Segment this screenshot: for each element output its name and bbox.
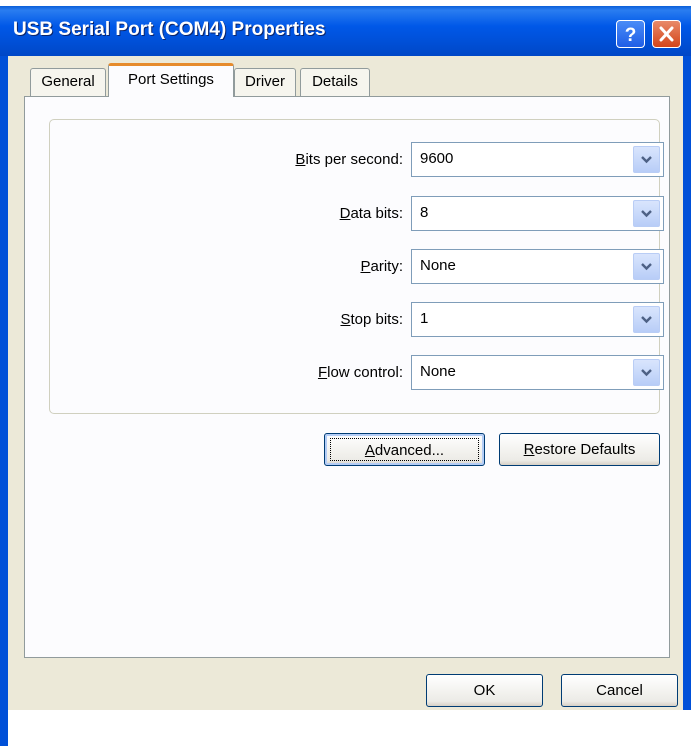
flow-control-value: None <box>420 363 456 380</box>
chevron-down-icon[interactable] <box>633 146 660 173</box>
tab-details-label: Details <box>312 73 358 90</box>
bits-per-second-value: 9600 <box>420 150 454 167</box>
parity-label: Parity: <box>360 258 403 275</box>
stop-bits-label: Stop bits: <box>340 311 403 328</box>
stop-bits-select[interactable]: 1 <box>411 302 664 337</box>
data-bits-select[interactable]: 8 <box>411 196 664 231</box>
title-bar[interactable]: USB Serial Port (COM4) Properties ? <box>0 6 691 56</box>
restore-defaults-button[interactable]: Restore Defaults <box>499 433 660 466</box>
parity-value: None <box>420 257 456 274</box>
close-icon <box>659 26 674 42</box>
tab-general[interactable]: General <box>30 68 106 96</box>
tab-details[interactable]: Details <box>300 68 370 96</box>
chevron-down-icon[interactable] <box>633 200 660 227</box>
advanced-button[interactable]: Advanced... <box>324 433 485 466</box>
port-settings-panel: Bits per second: 9600 Data bits: 8 Parit… <box>24 96 670 658</box>
settings-group: Bits per second: 9600 Data bits: 8 Parit… <box>49 119 664 414</box>
tab-general-label: General <box>41 73 95 90</box>
ok-button[interactable]: OK <box>426 674 543 707</box>
tab-driver[interactable]: Driver <box>234 68 296 96</box>
window-title: USB Serial Port (COM4) Properties <box>13 19 326 40</box>
bits-per-second-label: Bits per second: <box>295 151 403 168</box>
window-border-right <box>683 56 691 710</box>
flow-control-label: Flow control: <box>317 364 403 381</box>
question-mark-icon: ? <box>625 25 637 46</box>
chevron-down-icon[interactable] <box>633 306 660 333</box>
data-bits-value: 8 <box>420 204 429 221</box>
close-button[interactable] <box>652 20 681 48</box>
window-border-left <box>0 56 8 746</box>
svg-text:?: ? <box>625 25 637 46</box>
cancel-button[interactable]: Cancel <box>561 674 678 707</box>
tab-port-settings-label: Port Settings <box>128 71 214 88</box>
flow-control-select[interactable]: None <box>411 355 664 390</box>
chevron-down-icon[interactable] <box>633 253 660 280</box>
chevron-down-icon[interactable] <box>633 359 660 386</box>
help-button[interactable]: ? <box>616 20 645 48</box>
data-bits-label: Data bits: <box>339 205 403 222</box>
tab-driver-label: Driver <box>245 73 285 90</box>
tab-port-settings[interactable]: Port Settings <box>108 63 234 97</box>
parity-select[interactable]: None <box>411 249 664 284</box>
bits-per-second-select[interactable]: 9600 <box>411 142 664 177</box>
stop-bits-value: 1 <box>420 310 429 327</box>
